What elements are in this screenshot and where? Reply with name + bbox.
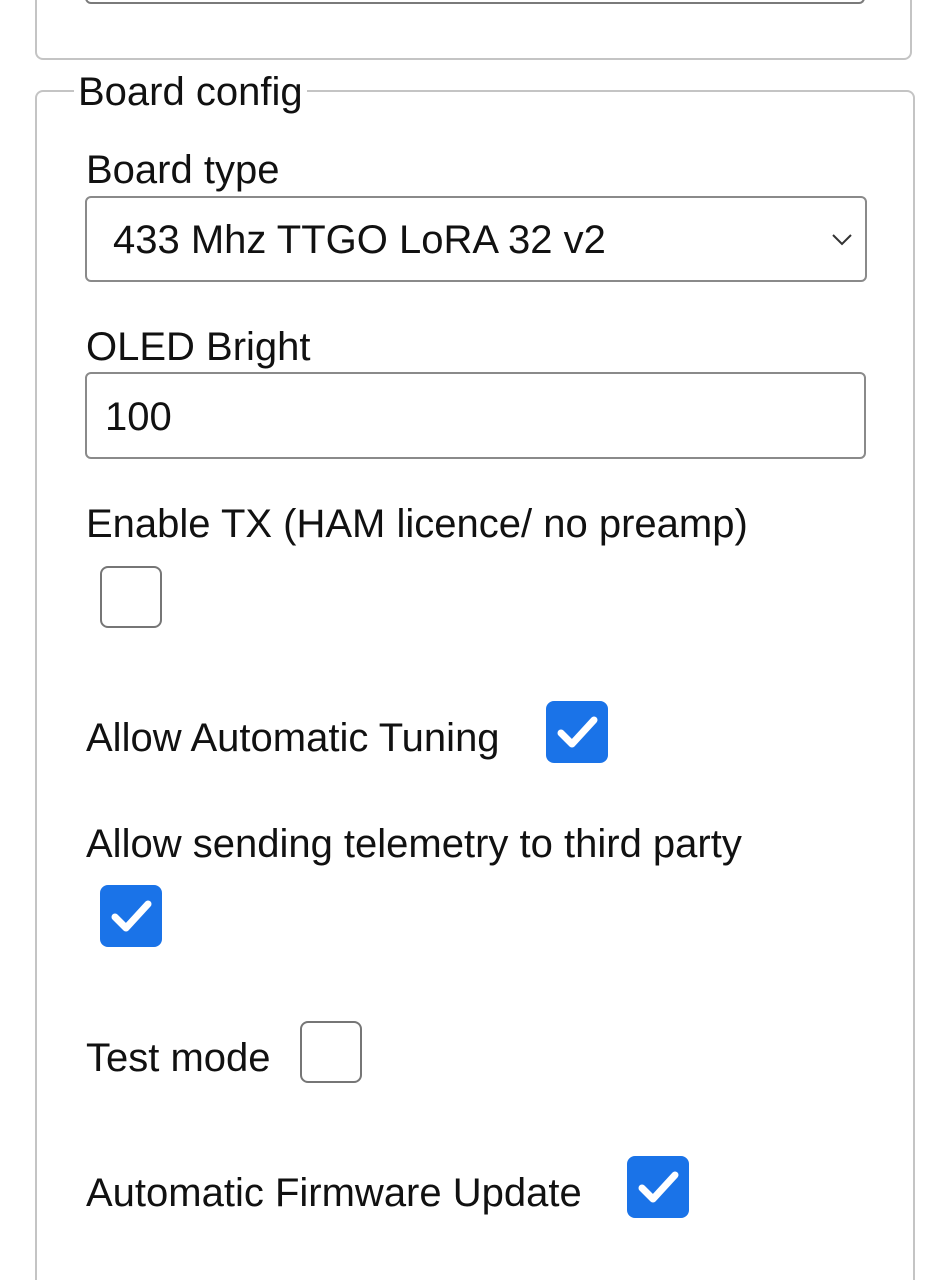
auto-firmware-checkbox[interactable] <box>627 1156 689 1218</box>
settings-page: Board config Board type 433 Mhz TTGO LoR… <box>0 0 952 1280</box>
previous-fieldset <box>35 0 912 60</box>
oled-bright-input[interactable]: 100 <box>85 372 866 459</box>
auto-tuning-checkbox[interactable] <box>546 701 608 763</box>
board-type-selected-value: 433 Mhz TTGO LoRA 32 v2 <box>113 218 606 262</box>
test-mode-label: Test mode <box>86 1036 271 1080</box>
oled-bright-value: 100 <box>105 395 172 439</box>
enable-tx-label: Enable TX (HAM licence/ no preamp) <box>86 502 748 546</box>
telemetry-label: Allow sending telemetry to third party <box>86 822 742 866</box>
telemetry-checkbox[interactable] <box>100 885 162 947</box>
chevron-down-icon <box>832 234 852 246</box>
checkmark-icon <box>638 1171 679 1203</box>
board-type-select[interactable]: 433 Mhz TTGO LoRA 32 v2 <box>85 196 867 282</box>
checkmark-icon <box>557 716 598 748</box>
oled-bright-label: OLED Bright <box>86 325 311 369</box>
auto-firmware-label: Automatic Firmware Update <box>86 1171 582 1215</box>
auto-tuning-label: Allow Automatic Tuning <box>86 716 500 760</box>
test-mode-checkbox[interactable] <box>300 1021 362 1083</box>
enable-tx-checkbox[interactable] <box>100 566 162 628</box>
checkmark-icon <box>111 900 152 932</box>
previous-input-field[interactable] <box>85 0 865 4</box>
board-type-label: Board type <box>86 148 280 192</box>
board-config-legend: Board config <box>74 68 307 116</box>
